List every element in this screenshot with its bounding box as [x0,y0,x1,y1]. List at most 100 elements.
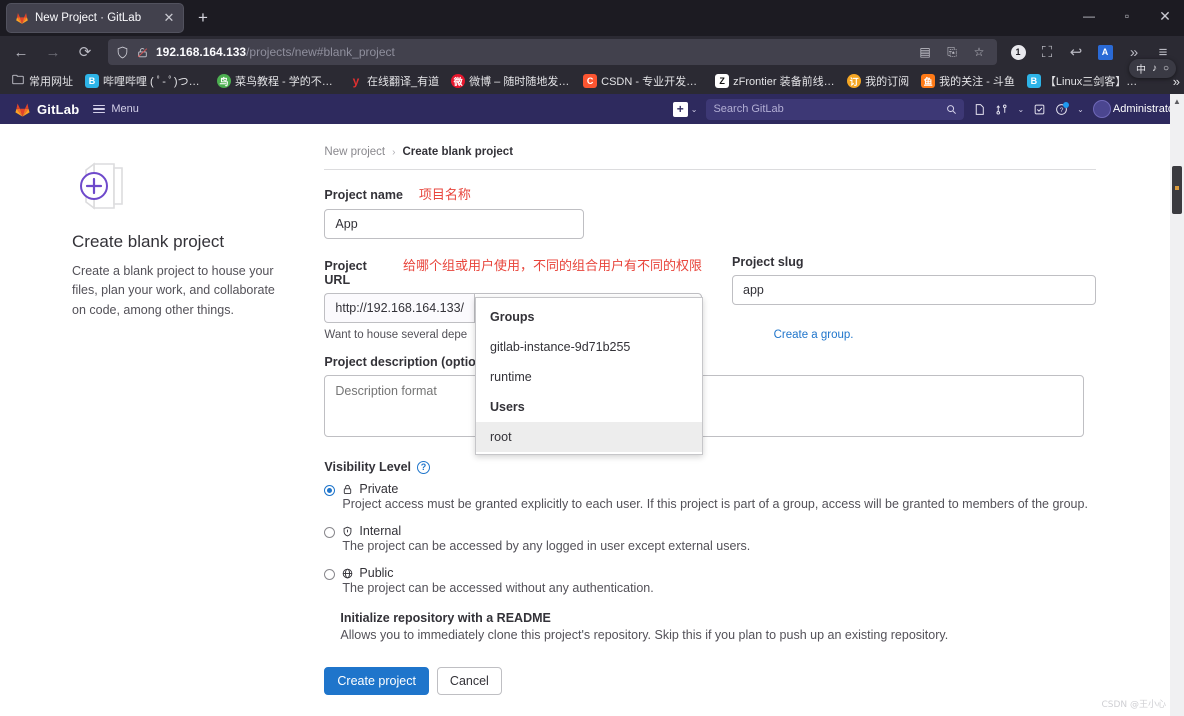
crop-icon[interactable]: ⛶ [1034,38,1060,66]
user-menu[interactable]: Administrato [1092,100,1174,118]
merge-requests-icon[interactable] [995,103,1008,116]
gitlab-favicon-icon [16,13,28,24]
search-input[interactable] [713,103,941,115]
new-item-button[interactable]: + ⌄ [672,101,697,117]
ime-popup[interactable]: 中 ♪ ○ [1128,59,1176,78]
visibility-internal-label: Internal [359,524,402,538]
breadcrumb-parent[interactable]: New project [324,146,385,158]
chevron-down-icon[interactable]: ⌄ [1017,105,1024,114]
ime-tone-icon[interactable]: ♪ [1152,63,1157,74]
undo-icon[interactable]: ↩ [1063,38,1089,66]
ime-settings-icon[interactable]: ○ [1163,63,1169,74]
gitlab-search[interactable] [706,98,965,120]
gitlab-menu-button[interactable]: Menu [93,103,139,115]
issues-icon[interactable] [973,103,986,116]
readme-description: Allows you to immediately clone this pro… [340,628,949,642]
close-icon[interactable]: ✕ [161,10,177,26]
todos-icon[interactable] [1033,103,1046,116]
navbar-extensions: 1 ⛶ ↩ A » ≡ 中 ♪ ○ [1005,38,1178,78]
bookmark-item[interactable]: 微 微博 – 随时随地发现... [446,71,576,91]
project-slug-label: Project slug [732,255,804,269]
url-text: 192.168.164.133/projects/new#blank_proje… [156,45,395,59]
scrollbar-thumb[interactable] [1172,166,1182,214]
qr-code-icon[interactable]: ▤ [915,42,935,62]
bookmark-item[interactable]: B 哔哩哔哩 ( ﾟ- ﾟ)つロ ... [80,71,210,91]
bookmark-item[interactable]: 鱼 我的关注 - 斗鱼 [916,71,1020,91]
radio-private[interactable] [324,485,336,496]
bookmark-label: 菜鸟教程 - 学的不仅... [235,76,337,88]
bookmark-item[interactable]: y 在线翻译_有道 [344,71,444,91]
translate-ext-icon[interactable]: A [1092,38,1118,66]
bookmark-item[interactable]: 鸟 菜鸟教程 - 学的不仅... [212,71,342,91]
namespace-dropdown[interactable]: Groups gitlab-instance-9d71b255 runtime … [475,297,703,455]
bookmark-item[interactable]: C CSDN - 专业开发者社... [578,71,708,91]
bookmark-label: CSDN - 专业开发者社... [601,76,703,88]
bookmark-item[interactable]: 🗀 常用网址 [6,71,78,91]
gitlab-menu-label: Menu [111,103,139,115]
bookmark-label: 我的关注 - 斗鱼 [939,76,1015,88]
visibility-public-name-row: Public [342,566,1096,580]
project-name-label-row: Project name 项目名称 [324,184,1096,203]
minimize-button[interactable]: — [1070,0,1108,32]
project-url-annotation: 给哪个组或用户使用，不同的组合用户有不同的权限 [402,259,702,274]
window-close-button[interactable]: ✕ [1146,0,1184,32]
visibility-option-public[interactable]: Public The project can be accessed witho… [324,566,1096,595]
visibility-internal-description: The project can be accessed by any logge… [342,539,751,553]
visibility-option-internal[interactable]: Internal The project can be accessed by … [324,524,1096,553]
chevron-down-icon[interactable]: ⌄ [1077,105,1084,114]
dropdown-item-root[interactable]: root [476,422,702,452]
address-bar[interactable]: 192.168.164.133/projects/new#blank_proje… [108,39,997,65]
dropdown-item-runtime[interactable]: runtime [476,362,702,392]
bookmark-label: 在线翻译_有道 [367,76,440,88]
project-name-label: Project name [324,188,403,202]
visibility-private-label: Private [359,482,399,496]
form-actions: Create project Cancel [324,667,1096,695]
project-slug-input[interactable] [732,275,1096,305]
project-name-input[interactable] [324,209,585,239]
help-icon[interactable]: ? [1055,101,1070,116]
breadcrumb-current: Create blank project [402,146,514,158]
blank-project-intro: Create blank project Create a blank proj… [0,146,324,695]
runoob-icon: 鸟 [217,74,231,88]
forward-button[interactable]: → [38,38,68,66]
visibility-private-name-row: Private [342,482,1096,496]
new-tab-button[interactable]: + [192,8,214,30]
create-project-button[interactable]: Create project [324,667,429,695]
help-icon[interactable]: ? [417,460,431,474]
bookmark-label: 哔哩哔哩 ( ﾟ- ﾟ)つロ ... [103,76,205,88]
browser-tab[interactable]: New Project · GitLab ✕ [6,3,184,33]
lock-icon [344,484,352,494]
ime-mode-icon[interactable]: 中 [1136,61,1146,76]
bookmark-label: 我的订阅 [865,76,910,88]
maximize-button[interactable]: ▫ [1108,0,1146,32]
browser-titlebar: New Project · GitLab ✕ + — ▫ ✕ [0,0,1184,36]
bookmarks-overflow-icon[interactable]: » [1173,74,1180,89]
radio-internal[interactable] [324,527,336,538]
watermark: CSDN @王小心 [1101,700,1166,710]
page-scrollbar[interactable]: ▲ [1170,94,1184,716]
notification-badge-icon[interactable]: 1 [1005,38,1031,66]
gitlab-logo[interactable]: GitLab [14,101,79,118]
bookmark-item[interactable]: Z zFrontier 装备前线 - ... [710,71,840,91]
douyu-icon: 鱼 [921,74,936,88]
bookmark-star-icon[interactable]: ☆ [969,42,989,62]
bookmark-label: 微博 – 随时随地发现... [469,76,572,88]
create-group-link[interactable]: Create a group. [774,329,854,341]
reload-button[interactable]: ⟳ [70,38,100,66]
bookmark-item[interactable]: 订 我的订阅 [842,71,914,91]
cancel-button[interactable]: Cancel [436,667,502,695]
project-description-textarea[interactable] [324,375,1085,437]
radio-public[interactable] [324,569,336,580]
shield-icon [117,46,128,58]
translate-icon[interactable]: ⎘ [942,42,962,62]
visibility-option-private[interactable]: Private Project access must be granted e… [324,482,1096,511]
page-description: Create a blank project to house your fil… [72,264,275,317]
back-button[interactable]: ← [6,38,36,66]
visibility-private-body: Private Project access must be granted e… [342,482,1096,511]
search-icon [947,104,957,114]
broken-lock-icon [137,47,148,57]
bookmarks-bar: 🗀 常用网址 B 哔哩哔哩 ( ﾟ- ﾟ)つロ ... 鸟 菜鸟教程 - 学的不… [0,68,1184,94]
scroll-up-arrow-icon[interactable]: ▲ [1170,94,1184,108]
dropdown-item-gitlab-instance[interactable]: gitlab-instance-9d71b255 [476,332,702,362]
gitlab-topbar-right: + ⌄ Search GitLab ⌄ ? ⌄ Administrato [672,98,1174,120]
